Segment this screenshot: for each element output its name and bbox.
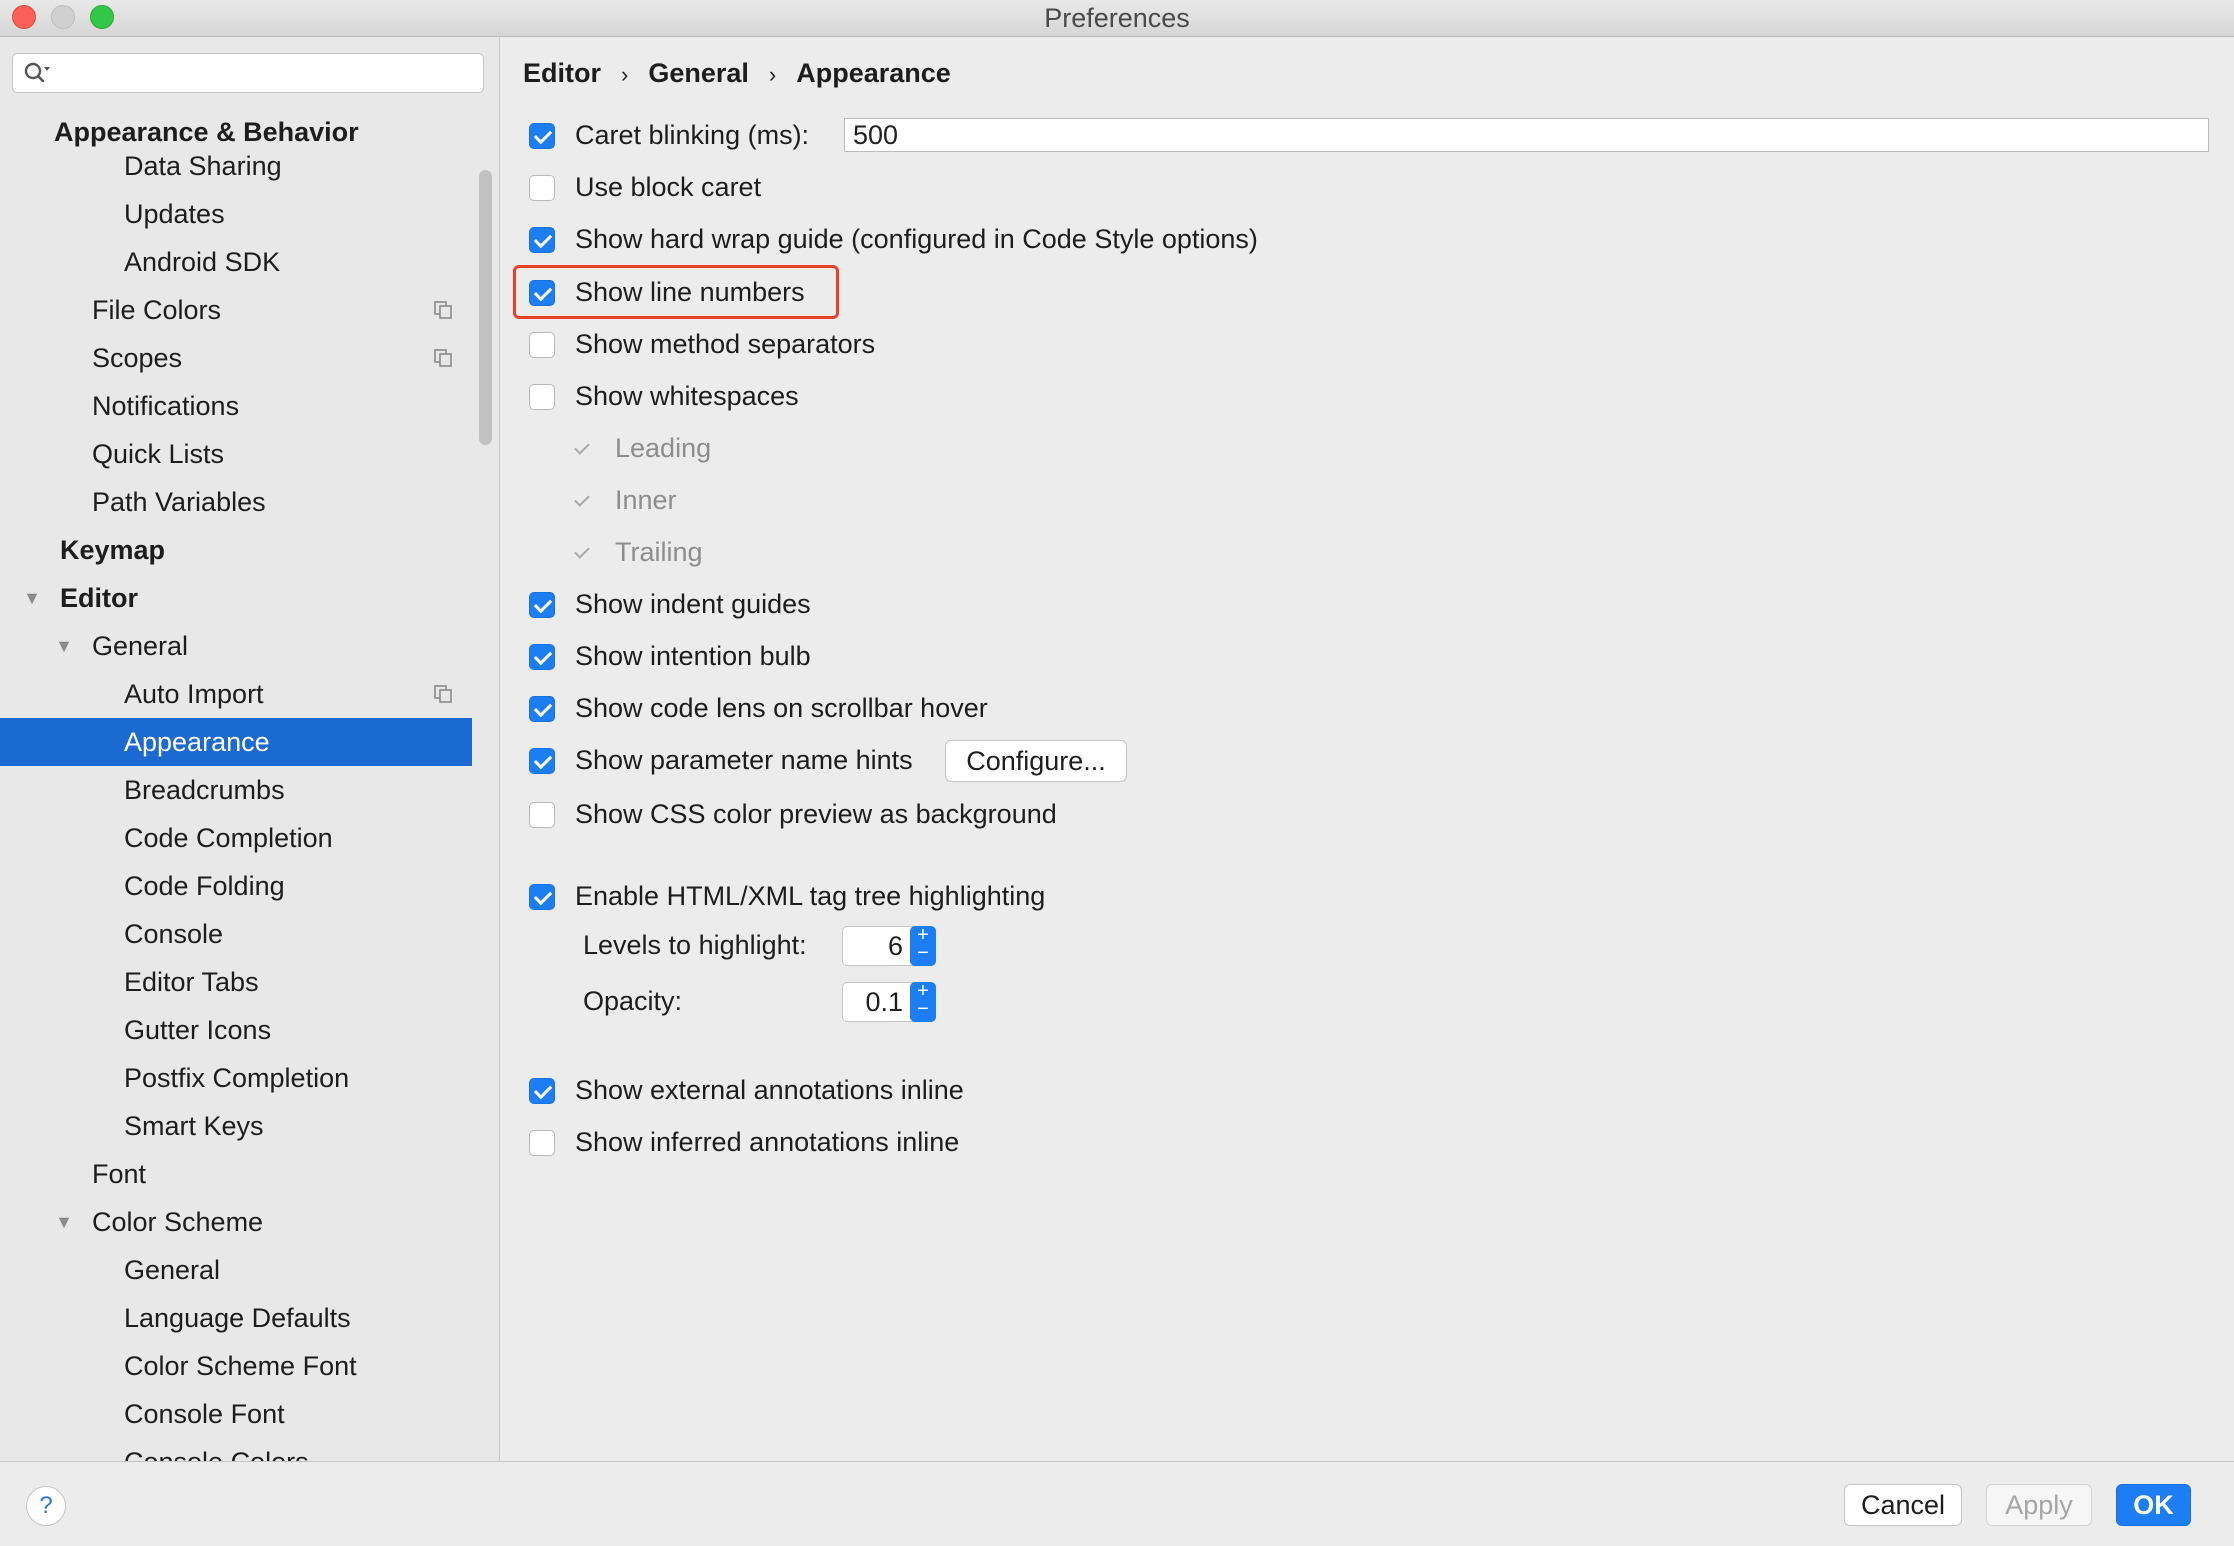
tree-item-color-scheme[interactable]: ▼ Color Scheme xyxy=(0,1198,472,1246)
line-numbers-label: Show line numbers xyxy=(575,277,805,307)
apply-button[interactable]: Apply xyxy=(1986,1484,2092,1526)
whitespaces-checkbox[interactable] xyxy=(529,384,555,410)
tree-item-auto-import[interactable]: Auto Import xyxy=(0,670,472,718)
levels-label: Levels to highlight: xyxy=(583,930,807,960)
tree-item-code-completion[interactable]: Code Completion xyxy=(0,814,472,862)
caret-blinking-input[interactable]: 500 xyxy=(844,118,2209,152)
window-title: Preferences xyxy=(1044,3,1190,33)
tag-tree-label: Enable HTML/XML tag tree highlighting xyxy=(575,881,1046,911)
tree-item-notifications[interactable]: Notifications xyxy=(0,382,472,430)
tree-item-editor-general[interactable]: ▼ General xyxy=(0,622,472,670)
code-lens-label: Show code lens on scrollbar hover xyxy=(575,693,988,723)
block-caret-label: Use block caret xyxy=(575,172,762,202)
expand-arrow-icon[interactable]: ▼ xyxy=(52,1198,76,1246)
opacity-stepper[interactable]: 0.1 + − xyxy=(842,981,936,1022)
project-settings-icon xyxy=(434,685,452,703)
search-input[interactable] xyxy=(12,53,484,93)
css-preview-label: Show CSS color preview as background xyxy=(575,799,1057,829)
tree-item-postfix-completion[interactable]: Postfix Completion xyxy=(0,1054,472,1102)
method-separators-label: Show method separators xyxy=(575,329,876,359)
caret-blinking-checkbox[interactable] xyxy=(529,123,555,149)
project-settings-icon xyxy=(434,349,452,367)
block-caret-checkbox[interactable] xyxy=(529,175,555,201)
tag-tree-checkbox[interactable] xyxy=(529,884,555,910)
search-icon xyxy=(24,62,50,83)
param-hints-label: Show parameter name hints xyxy=(575,745,913,775)
trailing-label: Trailing xyxy=(615,537,703,567)
configure-button[interactable]: Configure... xyxy=(945,740,1127,782)
tree-item-appearance[interactable]: Appearance xyxy=(0,718,472,766)
tree-item-data-sharing[interactable]: Data Sharing xyxy=(0,142,472,190)
dialog-footer: ? Cancel Apply OK xyxy=(0,1461,2234,1546)
line-numbers-checkbox[interactable] xyxy=(529,280,555,306)
tree-item-breadcrumbs[interactable]: Breadcrumbs xyxy=(0,766,472,814)
breadcrumb-separator: › xyxy=(768,62,777,87)
stepper-arrows-icon[interactable]: + − xyxy=(910,925,936,966)
tree-item-keymap[interactable]: Keymap xyxy=(0,526,472,574)
expand-arrow-icon[interactable]: ▼ xyxy=(52,622,76,670)
leading-checkbox xyxy=(569,436,595,462)
param-hints-checkbox[interactable] xyxy=(529,748,555,774)
code-lens-checkbox[interactable] xyxy=(529,696,555,722)
external-annotations-label: Show external annotations inline xyxy=(575,1075,964,1105)
external-annotations-checkbox[interactable] xyxy=(529,1078,555,1104)
tree-item-updates[interactable]: Updates xyxy=(0,190,472,238)
intention-bulb-label: Show intention bulb xyxy=(575,641,811,671)
tree-item-console-font[interactable]: Console Font xyxy=(0,1390,472,1438)
tree-item-console[interactable]: Console xyxy=(0,910,472,958)
tree-item-quick-lists[interactable]: Quick Lists xyxy=(0,430,472,478)
tree-item-font[interactable]: Font xyxy=(0,1150,472,1198)
breadcrumb-item[interactable]: Editor xyxy=(523,58,601,88)
tree-item-android-sdk[interactable]: Android SDK xyxy=(0,238,472,286)
tree-item-scopes[interactable]: Scopes xyxy=(0,334,472,382)
tree-item-console-colors[interactable]: Console Colors xyxy=(0,1438,472,1461)
indent-guides-checkbox[interactable] xyxy=(529,592,555,618)
tree-item-file-colors[interactable]: File Colors xyxy=(0,286,472,334)
trailing-checkbox xyxy=(569,540,595,566)
tree-item-language-defaults[interactable]: Language Defaults xyxy=(0,1294,472,1342)
title-bar: Preferences xyxy=(0,0,2234,37)
cancel-button[interactable]: Cancel xyxy=(1844,1484,1962,1526)
levels-value[interactable]: 6 xyxy=(888,927,903,965)
hard-wrap-checkbox[interactable] xyxy=(529,227,555,253)
settings-sidebar: Appearance & Behavior Data Sharing Updat… xyxy=(0,38,500,1461)
tree-item-path-variables[interactable]: Path Variables xyxy=(0,478,472,526)
tree-item-code-folding[interactable]: Code Folding xyxy=(0,862,472,910)
hard-wrap-label: Show hard wrap guide (configured in Code… xyxy=(575,224,1258,254)
settings-main-panel: Editor › General › Appearance Caret blinking… xyxy=(501,38,2234,1461)
sidebar-scrollbar-thumb[interactable] xyxy=(479,170,492,445)
opacity-label: Opacity: xyxy=(583,986,683,1016)
tree-item-smart-keys[interactable]: Smart Keys xyxy=(0,1102,472,1150)
caret-blinking-label: Caret blinking (ms): xyxy=(575,120,810,150)
css-preview-checkbox[interactable] xyxy=(529,802,555,828)
help-button[interactable]: ? xyxy=(26,1486,66,1526)
breadcrumb-item[interactable]: Appearance xyxy=(796,58,951,88)
settings-tree: Appearance & Behavior Data Sharing Updat… xyxy=(0,108,472,1461)
opacity-value[interactable]: 0.1 xyxy=(865,983,903,1021)
indent-guides-label: Show indent guides xyxy=(575,589,811,619)
project-settings-icon xyxy=(434,301,452,319)
method-separators-checkbox[interactable] xyxy=(529,332,555,358)
intention-bulb-checkbox[interactable] xyxy=(529,644,555,670)
inner-checkbox xyxy=(569,488,595,514)
ok-button[interactable]: OK xyxy=(2116,1484,2191,1526)
inner-label: Inner xyxy=(615,485,677,515)
tree-item-color-scheme-general[interactable]: General xyxy=(0,1246,472,1294)
leading-label: Leading xyxy=(615,433,712,463)
whitespaces-label: Show whitespaces xyxy=(575,381,799,411)
stepper-arrows-icon[interactable]: + − xyxy=(910,981,936,1022)
inferred-annotations-label: Show inferred annotations inline xyxy=(575,1127,960,1157)
tree-item-gutter-icons[interactable]: Gutter Icons xyxy=(0,1006,472,1054)
expand-arrow-icon[interactable]: ▼ xyxy=(20,574,44,622)
levels-stepper[interactable]: 6 + − xyxy=(842,925,936,966)
tree-item-editor-tabs[interactable]: Editor Tabs xyxy=(0,958,472,1006)
inferred-annotations-checkbox[interactable] xyxy=(529,1130,555,1156)
breadcrumb-separator: › xyxy=(621,62,629,87)
tree-item-color-scheme-font[interactable]: Color Scheme Font xyxy=(0,1342,472,1390)
tree-item-editor[interactable]: ▼ Editor xyxy=(0,574,472,622)
breadcrumb: Editor › General › Appearance xyxy=(523,58,951,89)
breadcrumb-item[interactable]: General xyxy=(648,58,749,88)
